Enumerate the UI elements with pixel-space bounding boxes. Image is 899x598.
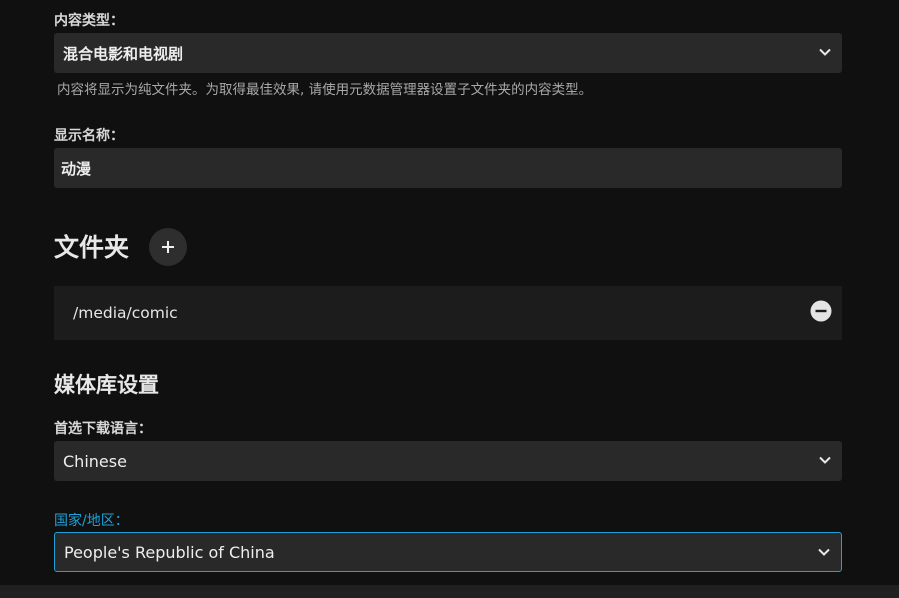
country-label: 国家/地区： <box>54 513 129 529</box>
content-type-label: 内容类型： <box>54 13 124 29</box>
language-select[interactable]: Chinese <box>54 441 842 481</box>
add-folder-button[interactable] <box>149 228 187 266</box>
display-name-input[interactable]: 动漫 <box>54 148 842 188</box>
library-settings-page: 内容类型： 混合电影和电视剧 内容将显示为纯文件夹。为取得最佳效果, 请使用元数… <box>0 0 899 598</box>
display-name-value: 动漫 <box>61 159 92 178</box>
folder-list-item: /media/comic <box>54 286 842 340</box>
chevron-down-icon <box>819 48 831 56</box>
bottom-bar <box>0 585 899 598</box>
content-type-select[interactable]: 混合电影和电视剧 <box>54 33 842 73</box>
content-type-help: 内容将显示为纯文件夹。为取得最佳效果, 请使用元数据管理器设置子文件夹的内容类型… <box>57 82 593 98</box>
country-value: People's Republic of China <box>64 542 275 562</box>
language-value: Chinese <box>63 451 127 471</box>
chevron-down-icon <box>818 548 830 556</box>
remove-folder-button[interactable] <box>810 300 832 322</box>
plus-icon <box>162 241 174 253</box>
display-name-label: 显示名称： <box>54 128 124 144</box>
folders-heading: 文件夹 <box>54 233 130 262</box>
content-type-value: 混合电影和电视剧 <box>63 44 184 63</box>
chevron-down-icon <box>819 456 831 464</box>
folder-path: /media/comic <box>73 304 178 322</box>
library-settings-heading: 媒体库设置 <box>54 373 159 397</box>
country-select[interactable]: People's Republic of China <box>54 532 842 572</box>
language-label: 首选下载语言： <box>54 421 152 437</box>
